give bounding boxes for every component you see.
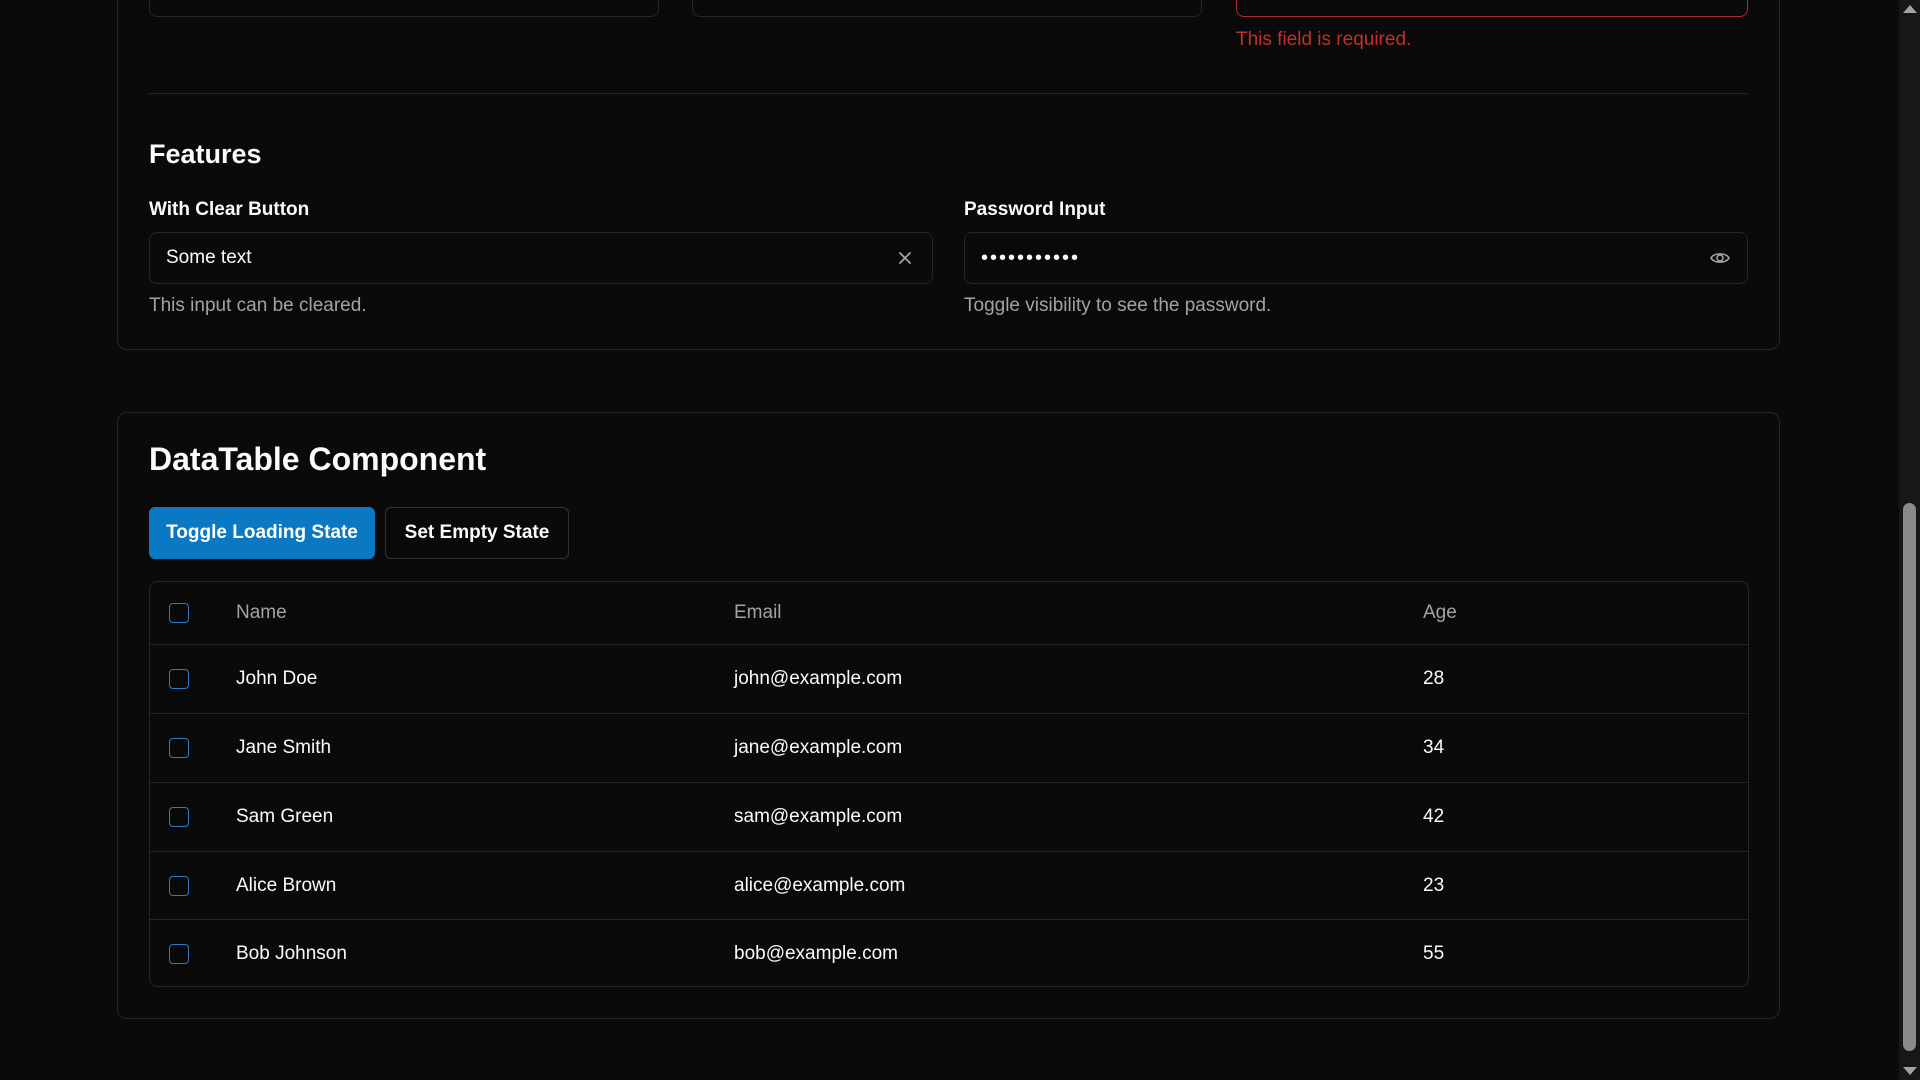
scroll-down-arrow-icon[interactable] bbox=[1903, 1067, 1917, 1075]
table-row[interactable]: Sam Green sam@example.com 42 bbox=[150, 783, 1748, 852]
cell-email: jane@example.com bbox=[734, 737, 903, 758]
error-message: This field is required. bbox=[1236, 29, 1412, 50]
cell-name: Sam Green bbox=[236, 806, 334, 827]
cell-age: 34 bbox=[1423, 737, 1445, 758]
cell-name: Alice Brown bbox=[236, 874, 337, 896]
cell-age: 28 bbox=[1423, 668, 1445, 689]
cell-name: Bob Johnson bbox=[236, 943, 347, 964]
table-row[interactable]: Bob Johnson bob@example.com 55 bbox=[150, 920, 1748, 986]
clear-input-value: Some text bbox=[166, 247, 252, 268]
scrollbar-thumb[interactable] bbox=[1903, 503, 1916, 1051]
text-input[interactable] bbox=[692, 0, 1202, 17]
eye-icon[interactable] bbox=[1709, 247, 1731, 269]
table-row[interactable]: Jane Smith jane@example.com 34 bbox=[150, 714, 1748, 783]
page: This field is required. Features With Cl… bbox=[0, 0, 1920, 1080]
close-icon[interactable] bbox=[894, 247, 916, 269]
row-checkbox[interactable] bbox=[169, 669, 189, 689]
cell-name: Jane Smith bbox=[236, 737, 332, 758]
row-checkbox-cell bbox=[169, 807, 189, 827]
row-checkbox[interactable] bbox=[169, 944, 189, 964]
cell-email: bob@example.com bbox=[734, 943, 898, 964]
password-field-label: Password Input bbox=[964, 199, 1106, 220]
password-input[interactable]: ••••••••••• bbox=[964, 232, 1748, 284]
set-empty-button[interactable]: Set Empty State bbox=[385, 507, 569, 559]
table-row[interactable]: Alice Brown alice@example.com 23 bbox=[150, 852, 1748, 920]
password-input-value: ••••••••••• bbox=[981, 246, 1081, 269]
column-header-age[interactable]: Age bbox=[1423, 602, 1457, 624]
vertical-scrollbar[interactable] bbox=[1899, 0, 1920, 1080]
row-checkbox[interactable] bbox=[169, 807, 189, 827]
toggle-loading-button[interactable]: Toggle Loading State bbox=[149, 507, 375, 559]
password-input-helper: Toggle visibility to see the password. bbox=[964, 295, 1272, 316]
features-title: Features bbox=[149, 139, 262, 169]
datatable-card: DataTable Component Toggle Loading State… bbox=[117, 412, 1780, 1019]
clear-input-helper: This input can be cleared. bbox=[149, 295, 367, 316]
form-card: This field is required. Features With Cl… bbox=[117, 0, 1780, 350]
row-checkbox-cell bbox=[169, 875, 189, 896]
cell-name: John Doe bbox=[236, 668, 318, 689]
cell-email: alice@example.com bbox=[734, 874, 906, 896]
column-header-name[interactable]: Name bbox=[236, 602, 287, 624]
divider bbox=[149, 93, 1748, 94]
cell-email: john@example.com bbox=[734, 668, 903, 689]
cell-age: 23 bbox=[1423, 874, 1445, 896]
cell-age: 55 bbox=[1423, 943, 1445, 964]
row-checkbox-cell bbox=[169, 669, 189, 689]
table-row[interactable]: John Doe john@example.com 28 bbox=[150, 645, 1748, 714]
row-checkbox-cell bbox=[169, 738, 189, 758]
datatable-title: DataTable Component bbox=[149, 441, 487, 477]
scroll-up-arrow-icon[interactable] bbox=[1903, 5, 1917, 13]
clear-field-label: With Clear Button bbox=[149, 199, 310, 220]
text-input[interactable] bbox=[149, 0, 659, 17]
row-checkbox[interactable] bbox=[169, 738, 189, 758]
row-checkbox[interactable] bbox=[169, 875, 189, 896]
select-all-checkbox-cell bbox=[169, 603, 189, 623]
data-table: Name Email Age John Doe john@example.com… bbox=[149, 581, 1749, 987]
cell-email: sam@example.com bbox=[734, 806, 903, 827]
row-checkbox-cell bbox=[169, 944, 189, 964]
table-header-row: Name Email Age bbox=[150, 582, 1748, 645]
required-input[interactable] bbox=[1236, 0, 1748, 17]
select-all-checkbox[interactable] bbox=[169, 603, 189, 623]
column-header-email[interactable]: Email bbox=[734, 602, 782, 624]
clear-input[interactable]: Some text bbox=[149, 232, 933, 284]
cell-age: 42 bbox=[1423, 806, 1445, 827]
